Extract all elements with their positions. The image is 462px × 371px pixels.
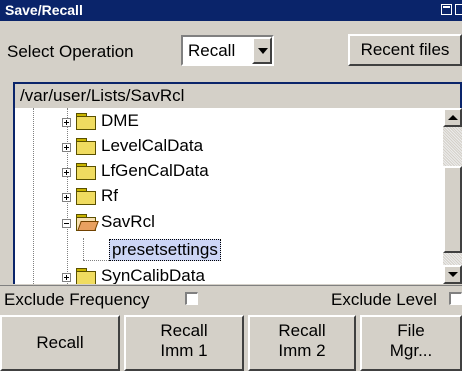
divider xyxy=(0,285,462,286)
folder-icon xyxy=(76,188,96,205)
operation-select-value: Recall xyxy=(188,41,236,60)
tree-line xyxy=(33,108,34,284)
recent-files-label: Recent files xyxy=(360,40,450,59)
selected-file-label: presetsettings xyxy=(109,239,221,261)
exclude-level-label: Exclude Level xyxy=(331,290,437,309)
file-tree[interactable]: DME LevelCalData LfGenCalData Rf SavRcl … xyxy=(13,108,462,284)
file-mgr-line1: File xyxy=(397,321,425,340)
scrollbar-thumb[interactable] xyxy=(443,166,462,253)
recall-imm2-line1: Recall xyxy=(278,321,326,340)
select-operation-label: Select Operation xyxy=(7,42,134,61)
close-icon[interactable] xyxy=(455,4,462,15)
exclude-level-checkbox[interactable] xyxy=(449,292,462,305)
recall-imm1-line2: Imm 1 xyxy=(160,341,208,360)
expand-icon[interactable] xyxy=(62,143,71,152)
tree-item-label: LevelCalData xyxy=(101,136,204,155)
collapse-icon[interactable] xyxy=(62,219,71,228)
file-manager-button[interactable]: File Mgr... xyxy=(360,315,462,371)
path-display: /var/user/Lists/SavRcl xyxy=(13,82,462,108)
tree-line xyxy=(83,238,84,260)
folder-icon xyxy=(76,163,96,180)
expand-icon[interactable] xyxy=(62,193,71,202)
tree-item-label: SavRcl xyxy=(101,212,155,231)
scroll-up-icon[interactable] xyxy=(443,108,462,127)
folder-icon xyxy=(76,268,96,284)
recall-imm1-button[interactable]: Recall Imm 1 xyxy=(124,315,244,371)
exclude-frequency-label: Exclude Frequency xyxy=(4,290,150,309)
tree-scrollbar[interactable] xyxy=(443,108,462,284)
exclude-frequency-checkbox[interactable] xyxy=(185,292,198,305)
expand-icon[interactable] xyxy=(62,118,71,127)
file-mgr-line2: Mgr... xyxy=(389,341,433,360)
recall-button[interactable]: Recall xyxy=(0,315,120,371)
path-text: /var/user/Lists/SavRcl xyxy=(20,86,185,105)
folder-icon xyxy=(76,113,96,130)
title-bar: Save/Recall xyxy=(0,0,462,21)
tree-item-presetsettings[interactable]: presetsettings xyxy=(109,238,259,262)
tree-item-savrcl[interactable]: SavRcl xyxy=(62,211,442,235)
tree-line xyxy=(83,260,109,261)
recall-imm2-line2: Imm 2 xyxy=(278,341,326,360)
tree-item-label: SynCalibData xyxy=(101,266,205,284)
tree-item-rf[interactable]: Rf xyxy=(62,185,442,209)
recall-imm2-button[interactable]: Recall Imm 2 xyxy=(248,315,356,371)
recent-files-button[interactable]: Recent files xyxy=(348,34,462,66)
tree-item-levelcaldata[interactable]: LevelCalData xyxy=(62,135,442,159)
recall-button-label: Recall xyxy=(36,333,84,352)
folder-icon xyxy=(76,138,96,155)
scroll-down-icon[interactable] xyxy=(443,265,462,284)
tree-item-dme[interactable]: DME xyxy=(62,110,442,134)
expand-icon[interactable] xyxy=(62,168,71,177)
restore-icon[interactable] xyxy=(441,4,452,15)
chevron-down-icon[interactable] xyxy=(252,37,272,64)
recall-imm1-line1: Recall xyxy=(160,321,208,340)
folder-open-icon xyxy=(76,214,99,231)
tree-item-lfgencaldata[interactable]: LfGenCalData xyxy=(62,160,442,184)
operation-select[interactable]: Recall xyxy=(181,35,274,66)
tree-item-label: DME xyxy=(101,111,139,130)
tree-item-label: LfGenCalData xyxy=(101,161,209,180)
tree-item-syncalibdata[interactable]: SynCalibData xyxy=(62,265,442,284)
expand-icon[interactable] xyxy=(62,273,71,282)
window-title: Save/Recall xyxy=(5,2,83,18)
tree-item-label: Rf xyxy=(101,186,118,205)
